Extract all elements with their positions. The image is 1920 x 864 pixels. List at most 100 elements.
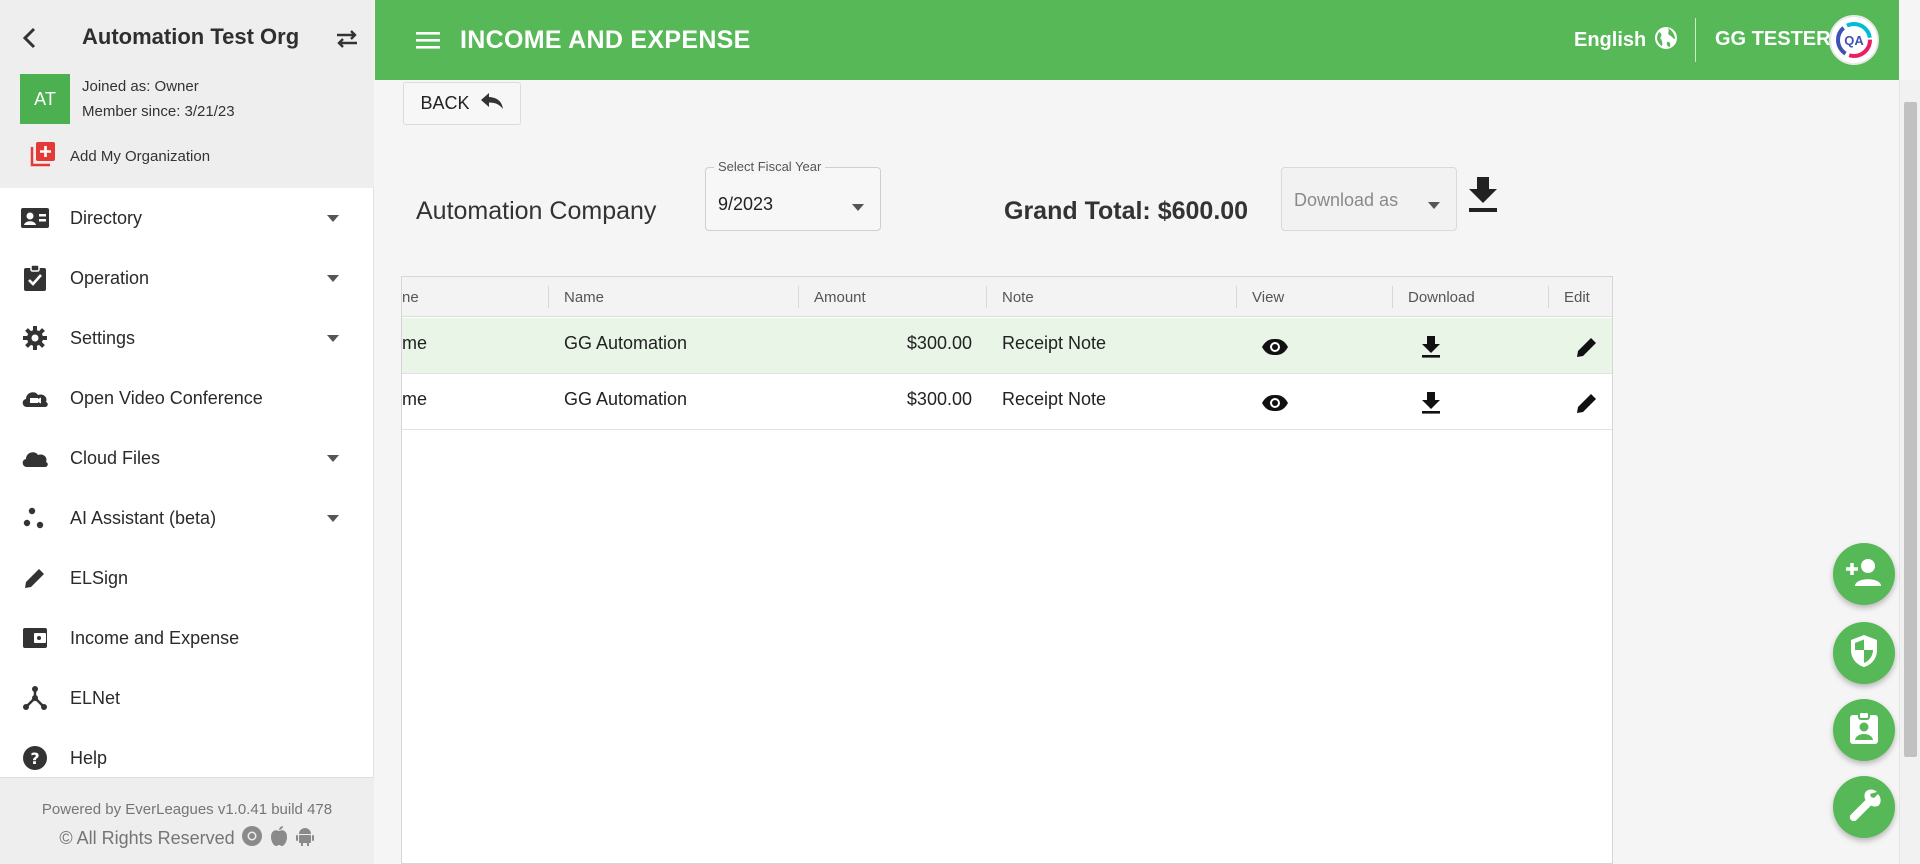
add-person-icon (1844, 557, 1884, 592)
column-header-view[interactable]: View (1252, 289, 1284, 306)
sidebar-item-label: Income and Expense (70, 627, 240, 648)
page-scrollbar[interactable] (1899, 80, 1920, 864)
org-name: Automation Test Org (82, 24, 300, 49)
sidebar-item-label: Operation (70, 267, 150, 288)
powered-by-text: Powered by EverLeagues v1.0.41 build 478 (41, 801, 333, 818)
column-divider (548, 286, 549, 308)
menu-icon[interactable] (413, 26, 443, 54)
edit-pencil-icon[interactable] (1572, 332, 1602, 362)
sidebar-item-label: ELNet (70, 687, 121, 708)
add-organization-label: Add My Organization (70, 147, 211, 165)
cell-amount: $300.00 (906, 389, 972, 409)
add-organization-button[interactable]: Add My Organization (30, 141, 211, 172)
user-avatar[interactable]: QA (1829, 15, 1879, 65)
switch-org-icon[interactable] (332, 26, 362, 52)
fiscal-year-label: Select Fiscal Year (714, 159, 826, 174)
edit-pencil-icon[interactable] (1572, 388, 1602, 418)
table-row[interactable]: me GG Automation $300.00 Receipt Note (402, 374, 1612, 430)
cell-name: GG Automation (564, 333, 688, 353)
sidebar-item-label: AI Assistant (beta) (70, 507, 217, 528)
sidebar: Automation Test Org AT Joined as: Owner … (0, 0, 374, 864)
help-circle-icon: ? (20, 743, 50, 773)
table-row[interactable]: me GG Automation $300.00 Receipt Note (402, 318, 1612, 374)
sidebar-item-label: Help (70, 747, 108, 768)
sidebar-item-cloud-files[interactable]: Cloud Files (0, 428, 374, 488)
user-name[interactable]: GG TESTER (1715, 28, 1831, 51)
wallet-icon (20, 623, 50, 653)
caret-down-icon (326, 451, 340, 465)
sidebar-item-operation[interactable]: Operation (0, 248, 374, 308)
cell-type: me (402, 333, 428, 353)
cell-note: Receipt Note (1002, 333, 1107, 353)
scrollbar-thumb[interactable] (1904, 102, 1917, 757)
wrench-icon (1847, 788, 1881, 827)
back-button[interactable]: BACK (403, 82, 521, 125)
sidebar-item-directory[interactable]: Directory (0, 188, 374, 248)
sidebar-item-open-video-conference[interactable]: Open Video Conference (0, 368, 374, 428)
chrome-icon[interactable] (241, 825, 263, 852)
grand-total: Grand Total: $600.00 (1004, 197, 1249, 225)
column-divider (798, 286, 799, 308)
pencil-icon (20, 563, 50, 593)
download-icon[interactable] (1416, 332, 1446, 362)
back-button-label: BACK (420, 93, 470, 113)
rights-text: © All Rights Reserved (59, 828, 235, 848)
cell-type: me (402, 389, 428, 409)
shield-icon (1849, 634, 1879, 673)
column-header-amount[interactable]: Amount (814, 289, 866, 306)
sidebar-item-label: Cloud Files (70, 447, 161, 468)
download-icon[interactable] (1466, 174, 1500, 216)
sidebar-footer: Powered by EverLeagues v1.0.41 build 478… (0, 777, 374, 864)
sidebar-item-label: Open Video Conference (70, 387, 263, 408)
column-header-note[interactable]: Note (1002, 289, 1034, 306)
sidebar-item-income-and-expense[interactable]: Income and Expense (0, 608, 374, 668)
app-bar: INCOME AND EXPENSE English GG TESTER QA (375, 0, 1899, 80)
scatter-dots-icon (20, 503, 50, 533)
org-header: Automation Test Org AT Joined as: Owner … (0, 0, 374, 188)
column-divider (986, 286, 987, 308)
cell-note: Receipt Note (1002, 389, 1107, 409)
joined-as-text: Joined as: Owner (82, 78, 199, 95)
download-format-select[interactable]: Download as (1281, 167, 1457, 231)
download-format-placeholder: Download as (1294, 190, 1399, 210)
column-divider (1392, 286, 1393, 308)
sidebar-item-label: Directory (70, 207, 143, 228)
network-icon (20, 683, 50, 713)
column-header-name[interactable]: Name (564, 289, 604, 306)
cloud-icon (20, 443, 50, 473)
security-button[interactable] (1833, 622, 1895, 684)
fiscal-year-select[interactable]: Select Fiscal Year 9/2023 (705, 159, 881, 231)
add-box-icon (30, 141, 56, 172)
contact-badge-icon (1849, 710, 1879, 750)
column-header-edit[interactable]: Edit (1564, 289, 1590, 306)
column-header-download[interactable]: Download (1408, 289, 1475, 306)
add-person-button[interactable] (1833, 543, 1895, 605)
column-divider (1548, 286, 1549, 308)
globe-icon (1654, 26, 1678, 55)
sidebar-item-ai-assistant[interactable]: AI Assistant (beta) (0, 488, 374, 548)
column-header-type[interactable]: ne (402, 289, 419, 306)
contact-badge-button[interactable] (1833, 699, 1895, 761)
android-icon[interactable] (295, 825, 315, 852)
table-header: ne Name Amount Note View Download Edit (402, 277, 1612, 317)
eye-icon[interactable] (1260, 332, 1290, 362)
sidebar-item-settings[interactable]: Settings (0, 308, 374, 368)
download-icon[interactable] (1416, 388, 1446, 418)
cell-name: GG Automation (564, 389, 688, 409)
caret-down-icon (326, 271, 340, 285)
cell-amount: $300.00 (906, 333, 972, 353)
back-arrow-icon[interactable] (18, 24, 40, 52)
sidebar-item-label: ELSign (70, 567, 129, 588)
gear-icon (20, 323, 50, 353)
company-name: Automation Company (416, 197, 657, 225)
fiscal-year-value: 9/2023 (718, 194, 774, 214)
sidebar-item-elsign[interactable]: ELSign (0, 548, 374, 608)
app-bar-divider (1695, 18, 1696, 62)
sidebar-nav: Directory Operation Settings Open Video … (0, 188, 374, 788)
tools-button[interactable] (1833, 776, 1895, 838)
avatar: AT (20, 74, 70, 124)
language-selector[interactable]: English (1574, 26, 1678, 55)
apple-icon[interactable] (269, 825, 289, 852)
sidebar-item-elnet[interactable]: ELNet (0, 668, 374, 728)
eye-icon[interactable] (1260, 388, 1290, 418)
